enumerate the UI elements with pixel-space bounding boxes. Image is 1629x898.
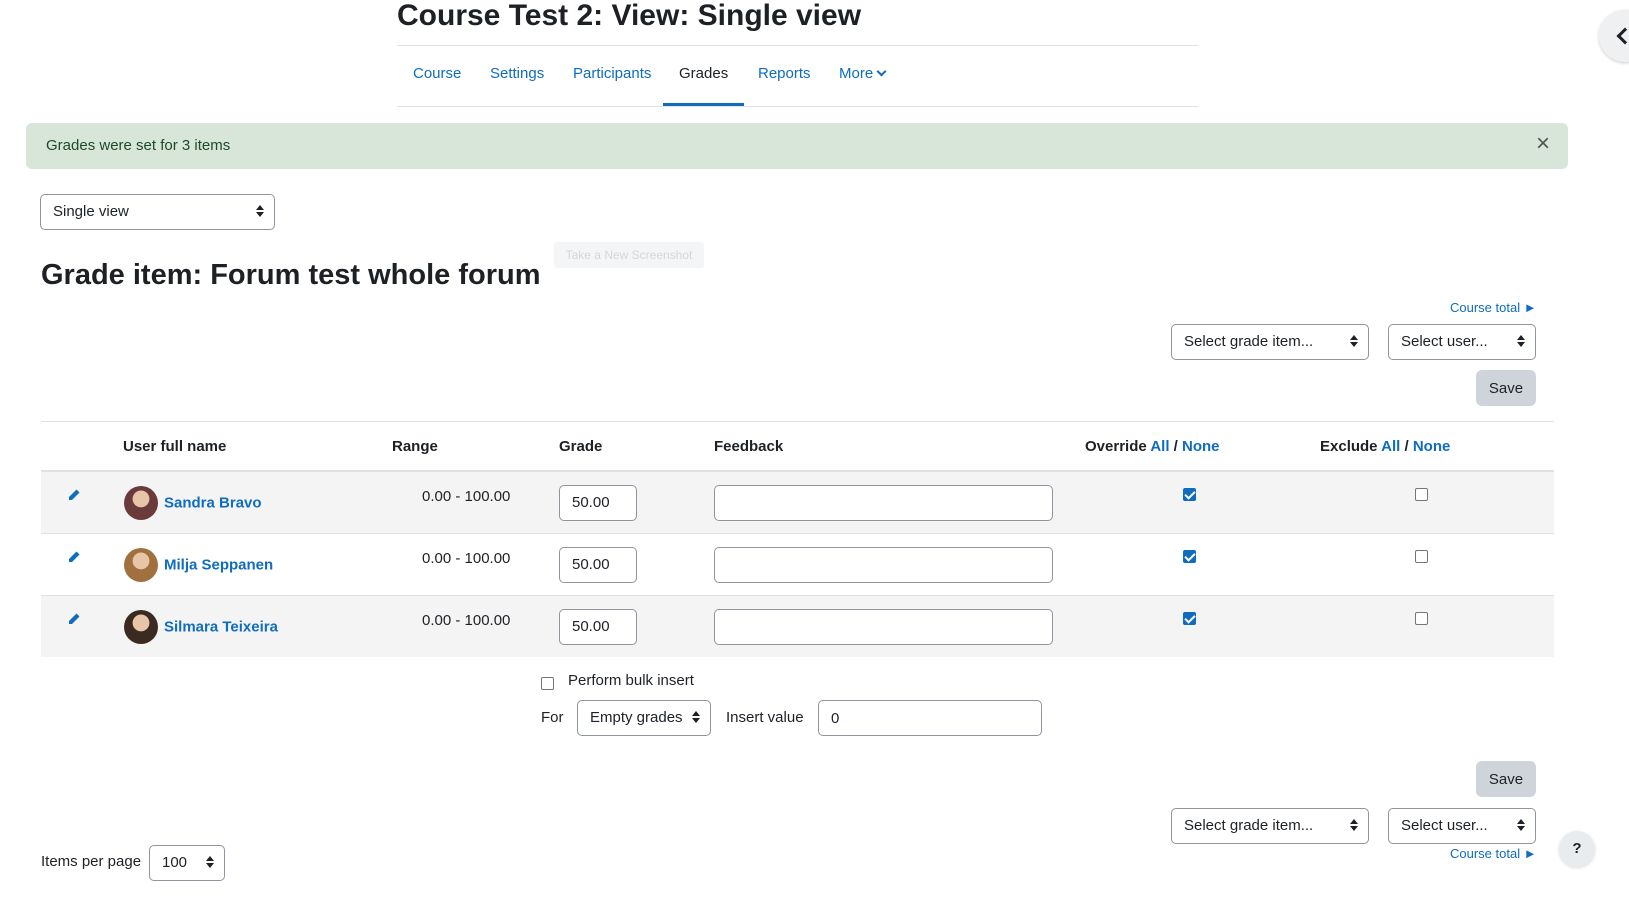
header-exclude-label: Exclude: [1320, 437, 1378, 455]
items-per-page-label: Items per page: [41, 853, 142, 870]
exclude-all-link[interactable]: All: [1381, 438, 1400, 455]
grade-item-heading: Grade item: Forum test whole forum: [41, 259, 541, 291]
chevron-left-icon: [1616, 27, 1629, 45]
grade-input[interactable]: [559, 546, 637, 583]
select-caret-icon: [1350, 335, 1358, 347]
tab-more[interactable]: More: [823, 58, 901, 106]
avatar: [124, 485, 158, 520]
tab-more-label: More: [839, 65, 874, 82]
select-user-bottom[interactable]: Select user...: [1388, 808, 1536, 844]
override-checkbox[interactable]: [1183, 612, 1196, 625]
select-user-value: Select user...: [1401, 333, 1488, 350]
close-icon[interactable]: ×: [1536, 132, 1550, 156]
user-name-link[interactable]: Sandra Bravo: [164, 494, 262, 511]
select-caret-icon: [1350, 819, 1358, 831]
view-select[interactable]: Single view: [40, 194, 275, 230]
course-total-link[interactable]: Course total ►: [1450, 300, 1537, 315]
grades-table: User full name Range Grade Feedback Over…: [41, 421, 1554, 657]
bulk-insert-checkbox[interactable]: [541, 677, 554, 690]
exclude-checkbox[interactable]: [1415, 488, 1428, 501]
for-select[interactable]: Empty grades: [577, 700, 711, 736]
for-label: For: [541, 709, 564, 726]
pencil-icon[interactable]: [67, 612, 81, 630]
header-range: Range: [392, 421, 559, 472]
header-slash: /: [1404, 437, 1409, 455]
select-user[interactable]: Select user...: [1388, 324, 1536, 360]
tab-settings[interactable]: Settings: [474, 58, 560, 106]
feedback-input[interactable]: [714, 608, 1053, 645]
override-checkbox[interactable]: [1183, 550, 1196, 563]
pencil-icon[interactable]: [67, 550, 81, 568]
grade-input[interactable]: [559, 608, 637, 645]
screenshot-tooltip: Take a New Screenshot: [554, 242, 704, 268]
nav-bottom-divider: [397, 106, 1198, 107]
header-override: Override All / None: [1085, 421, 1320, 472]
select-caret-icon: [206, 856, 214, 868]
success-alert: Grades were set for 3 items ×: [26, 123, 1568, 169]
help-button[interactable]: ?: [1559, 831, 1595, 867]
pencil-icon[interactable]: [67, 488, 81, 506]
feedback-input[interactable]: [714, 546, 1053, 583]
header-feedback: Feedback: [714, 421, 1085, 472]
tab-reports[interactable]: Reports: [742, 58, 827, 106]
select-caret-icon: [256, 205, 264, 217]
table-row: Silmara Teixeira 0.00 - 100.00: [41, 595, 1554, 657]
grade-range: 0.00 - 100.00: [422, 612, 511, 629]
select-user-value: Select user...: [1401, 817, 1488, 834]
override-none-link[interactable]: None: [1182, 438, 1220, 455]
select-grade-item-bottom[interactable]: Select grade item...: [1171, 808, 1369, 844]
select-caret-icon: [1517, 335, 1525, 347]
header-user: User full name: [123, 421, 392, 472]
alert-message: Grades were set for 3 items: [46, 137, 231, 154]
grade-input[interactable]: [559, 484, 637, 521]
insert-value-input[interactable]: [818, 700, 1042, 736]
exclude-checkbox[interactable]: [1415, 550, 1428, 563]
tab-grades[interactable]: Grades: [663, 58, 745, 106]
drawer-toggle-button[interactable]: [1599, 10, 1629, 62]
chevron-down-icon: [876, 66, 887, 77]
feedback-input[interactable]: [714, 484, 1053, 521]
avatar: [124, 547, 158, 582]
override-all-link[interactable]: All: [1150, 438, 1169, 455]
grade-range: 0.00 - 100.00: [422, 488, 511, 505]
bulk-insert-label: Perform bulk insert: [568, 672, 694, 689]
view-select-value: Single view: [53, 203, 129, 220]
nav-top-divider: [397, 45, 1198, 46]
select-grade-item[interactable]: Select grade item...: [1171, 324, 1369, 360]
avatar: [124, 609, 158, 644]
exclude-checkbox[interactable]: [1415, 612, 1428, 625]
header-slash: /: [1173, 437, 1178, 455]
save-button[interactable]: Save: [1476, 370, 1536, 406]
items-per-page-select[interactable]: 100: [149, 845, 225, 881]
header-exclude: Exclude All / None: [1320, 421, 1554, 472]
select-caret-icon: [692, 711, 700, 723]
header-grade: Grade: [559, 421, 714, 472]
select-grade-item-value: Select grade item...: [1184, 333, 1314, 350]
user-name-link[interactable]: Silmara Teixeira: [164, 618, 278, 635]
exclude-none-link[interactable]: None: [1413, 438, 1451, 455]
tab-participants[interactable]: Participants: [557, 58, 667, 106]
items-per-page-value: 100: [162, 854, 188, 871]
header-edit: [41, 421, 123, 472]
insert-value-label: Insert value: [726, 709, 804, 726]
course-total-link-bottom[interactable]: Course total ►: [1450, 846, 1537, 861]
for-select-value: Empty grades: [590, 709, 683, 726]
table-row: Milja Seppanen 0.00 - 100.00: [41, 533, 1554, 596]
table-header-row: User full name Range Grade Feedback Over…: [41, 421, 1554, 472]
select-caret-icon: [1517, 819, 1525, 831]
tab-course[interactable]: Course: [397, 58, 477, 106]
override-checkbox[interactable]: [1183, 488, 1196, 501]
header-override-label: Override: [1085, 437, 1147, 455]
user-name-link[interactable]: Milja Seppanen: [164, 556, 273, 573]
grade-range: 0.00 - 100.00: [422, 550, 511, 567]
save-button-bottom[interactable]: Save: [1476, 761, 1536, 797]
table-row: Sandra Bravo 0.00 - 100.00: [41, 470, 1554, 534]
page-title: Course Test 2: View: Single view: [397, 0, 862, 32]
select-grade-item-value: Select grade item...: [1184, 817, 1314, 834]
